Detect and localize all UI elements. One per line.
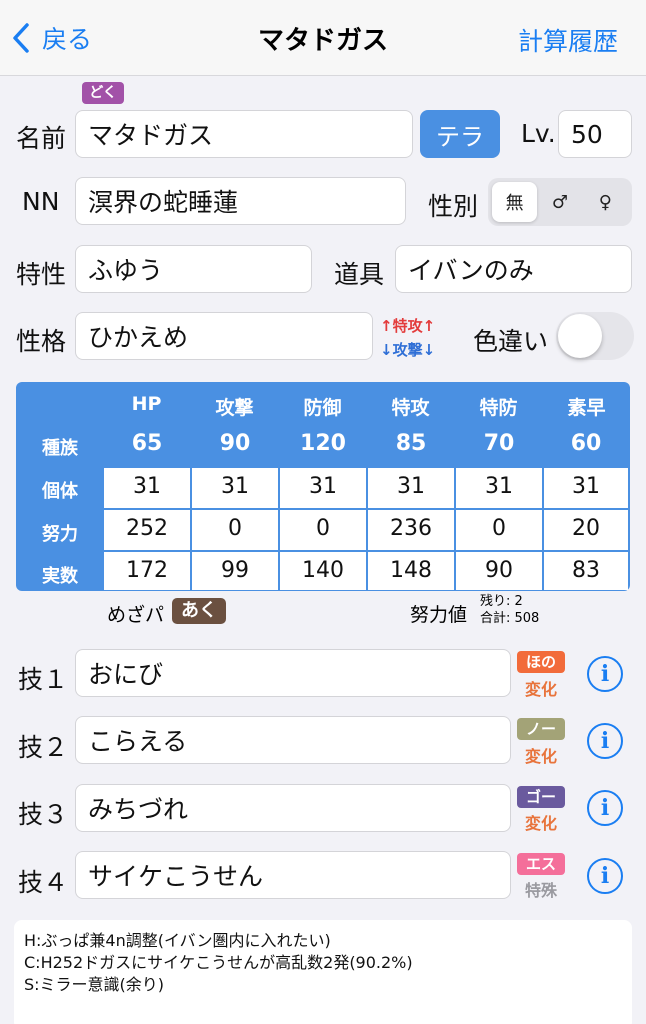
actual-atk[interactable]: 99 xyxy=(192,552,278,590)
move-1-field[interactable]: おにび xyxy=(75,649,511,697)
ability-field[interactable]: ふゆう xyxy=(75,245,312,293)
stats-table: HP 攻撃 防御 特攻 特防 素早 種族 個体 努力 実数 65 90 120 … xyxy=(16,382,630,591)
move-4-field[interactable]: サイケこうせん xyxy=(75,851,511,899)
move-2-field[interactable]: こらえる xyxy=(75,716,511,764)
ev-spe[interactable]: 20 xyxy=(544,510,628,550)
ev-hp[interactable]: 252 xyxy=(104,510,190,550)
ev-def[interactable]: 0 xyxy=(280,510,366,550)
gender-segmented-control[interactable]: 無 ♂ ♀ xyxy=(488,178,632,226)
base-def: 120 xyxy=(300,431,346,456)
gender-option-female[interactable]: ♀ xyxy=(583,182,628,222)
ev-spd[interactable]: 0 xyxy=(456,510,542,550)
pokemon-type-badge: どく xyxy=(82,82,124,104)
ev-remaining: 残り: 2 xyxy=(480,594,523,609)
move-2-label: 技２ xyxy=(18,733,69,762)
row-label-actual: 実数 xyxy=(42,566,78,587)
base-spa: 85 xyxy=(395,431,427,456)
stat-header-spd: 特防 xyxy=(479,397,518,419)
iv-spe[interactable]: 31 xyxy=(544,468,628,508)
ev-summary-label: 努力値 xyxy=(410,604,468,626)
actual-spa[interactable]: 148 xyxy=(368,552,454,590)
nature-boost: ↑特攻↑ xyxy=(380,317,436,335)
gender-label: 性別 xyxy=(428,192,479,221)
name-label: 名前 xyxy=(16,124,67,153)
actual-spd[interactable]: 90 xyxy=(456,552,542,590)
iv-spd[interactable]: 31 xyxy=(456,468,542,508)
move-3-type-badge: ゴー xyxy=(517,786,565,808)
hidden-power-label: めざパ xyxy=(107,604,165,626)
info-icon[interactable]: i xyxy=(587,656,623,692)
actual-hp[interactable]: 172 xyxy=(104,552,190,590)
actual-def[interactable]: 140 xyxy=(280,552,366,590)
move-4-label: 技４ xyxy=(18,868,69,897)
stat-header-def: 防御 xyxy=(303,397,342,419)
info-icon[interactable]: i xyxy=(587,858,623,894)
memo-line: H:ぶっぱ兼4n調整(イバン圏内に入れたい) xyxy=(24,931,331,950)
ev-spa[interactable]: 236 xyxy=(368,510,454,550)
level-field[interactable]: 50 xyxy=(558,110,632,158)
move-3-field[interactable]: みちづれ xyxy=(75,784,511,832)
nature-field[interactable]: ひかえめ xyxy=(75,312,373,360)
move-4-type-badge: エス xyxy=(517,853,565,875)
info-icon[interactable]: i xyxy=(587,723,623,759)
move-3-category: 変化 xyxy=(524,814,557,833)
history-button[interactable]: 計算履歴 xyxy=(518,22,618,58)
base-atk: 90 xyxy=(219,431,251,456)
move-2-category: 変化 xyxy=(524,747,557,766)
gender-option-none[interactable]: 無 xyxy=(492,182,538,222)
level-label: Lv. xyxy=(521,119,556,148)
iv-hp[interactable]: 31 xyxy=(104,468,190,508)
info-icon[interactable]: i xyxy=(587,790,623,826)
actual-spe[interactable]: 83 xyxy=(544,552,628,590)
row-label-ev: 努力 xyxy=(42,524,78,545)
memo-line: S:ミラー意識(余り) xyxy=(24,975,165,994)
base-spd: 70 xyxy=(483,431,515,456)
base-hp: 65 xyxy=(131,431,163,456)
move-1-category: 変化 xyxy=(524,680,557,699)
nickname-label: NN xyxy=(22,187,60,216)
iv-spa[interactable]: 31 xyxy=(368,468,454,508)
ability-label: 特性 xyxy=(16,260,67,289)
shiny-toggle[interactable] xyxy=(556,312,634,360)
move-1-label: 技１ xyxy=(18,665,69,694)
move-4-category: 特殊 xyxy=(524,881,557,900)
nickname-field[interactable]: 溟界の蛇睡蓮 xyxy=(75,177,406,225)
shiny-label: 色違い xyxy=(473,327,549,356)
row-label-iv: 個体 xyxy=(42,481,78,502)
tera-button[interactable]: テラ xyxy=(420,110,500,158)
ev-total: 合計: 508 xyxy=(480,611,540,626)
gender-option-male[interactable]: ♂ xyxy=(537,182,582,222)
iv-atk[interactable]: 31 xyxy=(192,468,278,508)
hidden-power-type-badge: あく xyxy=(172,598,226,624)
row-label-base: 種族 xyxy=(42,438,78,459)
navigation-bar: 戻る マタドガス 計算履歴 xyxy=(0,0,646,76)
memo-line: C:H252ドガスにサイケこうせんが高乱数2発(90.2%) xyxy=(24,953,413,972)
move-2-type-badge: ノー xyxy=(517,718,565,740)
stat-header-spe: 素早 xyxy=(567,397,606,419)
item-field[interactable]: イバンのみ xyxy=(395,245,632,293)
nature-label: 性格 xyxy=(16,327,67,356)
move-1-type-badge: ほの xyxy=(517,651,565,673)
base-spe: 60 xyxy=(570,431,602,456)
stat-header-hp: HP xyxy=(131,393,162,415)
nature-drop: ↓攻撃↓ xyxy=(380,341,436,359)
ev-atk[interactable]: 0 xyxy=(192,510,278,550)
move-3-label: 技３ xyxy=(18,800,69,829)
iv-def[interactable]: 31 xyxy=(280,468,366,508)
name-field[interactable]: マタドガス xyxy=(75,110,413,158)
item-label: 道具 xyxy=(334,260,385,289)
memo-textarea[interactable]: H:ぶっぱ兼4n調整(イバン圏内に入れたい) C:H252ドガスにサイケこうせん… xyxy=(14,920,632,1024)
toggle-knob xyxy=(558,314,602,358)
stat-header-spa: 特攻 xyxy=(391,397,430,419)
stat-header-atk: 攻撃 xyxy=(215,397,254,419)
